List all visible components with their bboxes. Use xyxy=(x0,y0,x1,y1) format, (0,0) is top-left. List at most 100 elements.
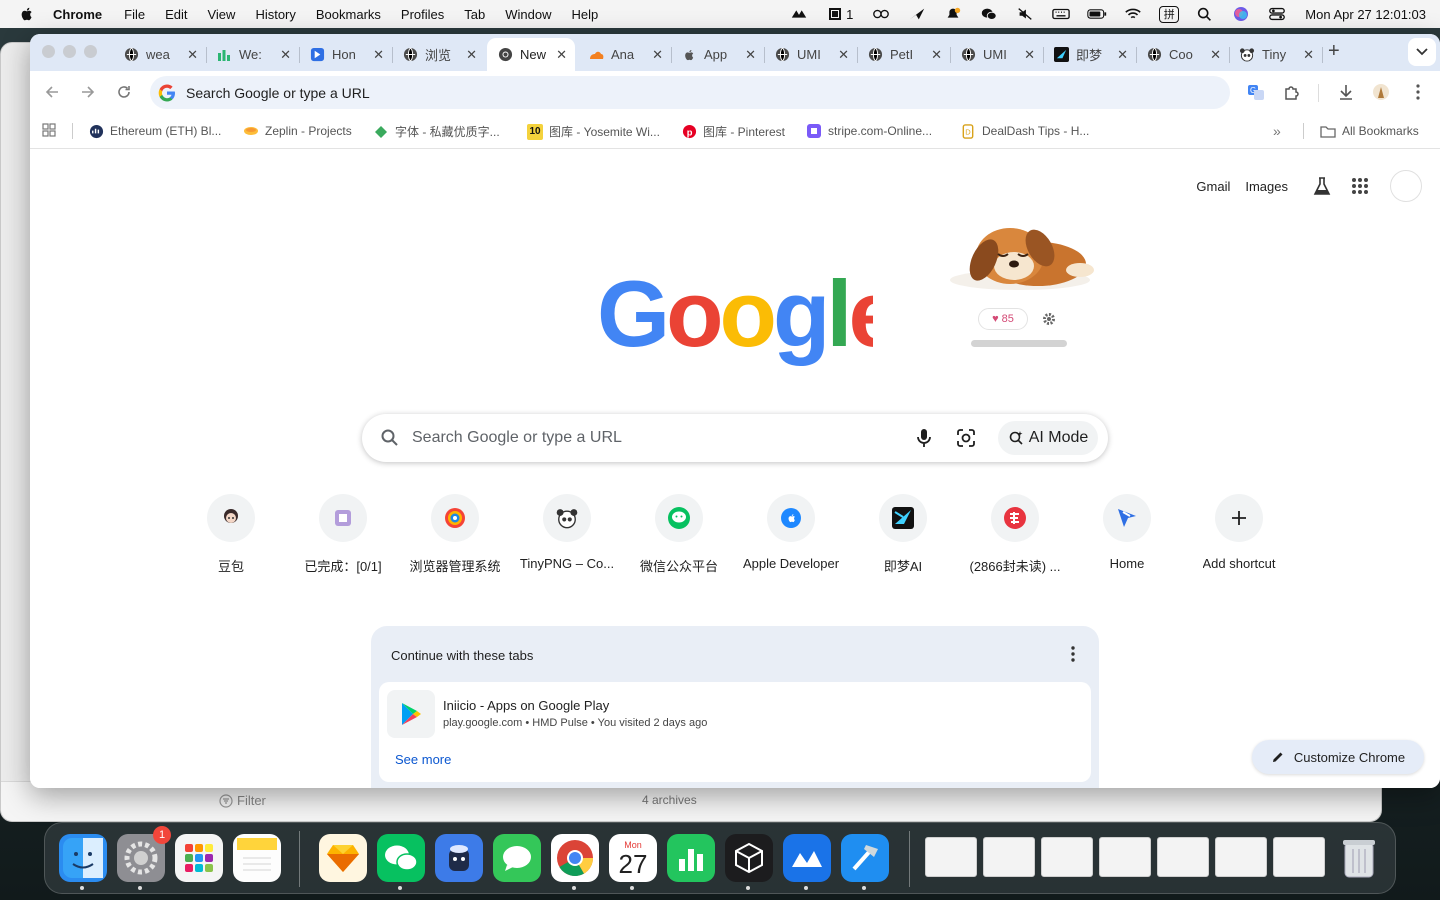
minimized-window-thumbnail[interactable] xyxy=(925,837,977,877)
shortcut-tile[interactable]: 即梦AI xyxy=(847,494,959,575)
tab[interactable]: Hon ✕ xyxy=(299,38,393,71)
wechat-icon[interactable] xyxy=(979,6,999,22)
tab[interactable]: Tiny ✕ xyxy=(1229,38,1323,71)
profile-avatar-icon[interactable] xyxy=(1371,82,1391,102)
shortcut-tile[interactable]: TinyPNG – Co... xyxy=(511,494,623,571)
bookmark-item[interactable]: stripe.com-Online... xyxy=(806,123,932,139)
shortcut-tile[interactable]: Apple Developer xyxy=(735,494,847,571)
account-avatar[interactable] xyxy=(1390,170,1422,202)
menu-window[interactable]: Window xyxy=(495,7,561,22)
ai-mode-button[interactable]: AI Mode xyxy=(998,421,1098,455)
launchpad-icon[interactable] xyxy=(175,834,223,882)
spotlight-icon[interactable] xyxy=(1195,6,1215,22)
wifi-icon[interactable] xyxy=(1123,6,1143,22)
close-tab-icon[interactable]: ✕ xyxy=(466,47,477,63)
menu-bar-clock[interactable]: Mon Apr 27 12:01:03 xyxy=(1305,7,1426,22)
wechat-icon[interactable] xyxy=(377,834,425,890)
close-window-button[interactable] xyxy=(42,45,55,58)
shortcut-tile[interactable]: (2866封未读) ... xyxy=(959,494,1071,575)
numbers-icon[interactable] xyxy=(667,834,715,882)
add-shortcut-button[interactable]: Add shortcut xyxy=(1183,494,1295,571)
close-tab-icon[interactable]: ✕ xyxy=(838,47,849,63)
forward-arrow-icon[interactable] xyxy=(78,82,98,102)
minimize-window-button[interactable] xyxy=(63,45,76,58)
keyboard-icon[interactable] xyxy=(1051,6,1071,22)
finder-icon[interactable] xyxy=(59,834,107,890)
menu-bookmarks[interactable]: Bookmarks xyxy=(306,7,391,22)
glasses-icon[interactable] xyxy=(871,6,891,22)
app-menu-chrome[interactable]: Chrome xyxy=(53,7,112,22)
tab[interactable]: UMI ✕ xyxy=(950,38,1044,71)
messages-icon[interactable] xyxy=(493,834,541,882)
doodle-settings-gear-icon[interactable] xyxy=(1042,312,1056,331)
cleaner-icon[interactable] xyxy=(435,834,483,882)
bookmark-item[interactable]: 10 图库 - Yosemite Wi... xyxy=(527,123,660,140)
bookmark-item[interactable]: D DealDash Tips - H... xyxy=(960,123,1089,139)
close-tab-icon[interactable]: ✕ xyxy=(1303,47,1314,63)
address-bar[interactable]: Search Google or type a URL xyxy=(150,76,1230,109)
labs-flask-icon[interactable] xyxy=(1310,174,1334,198)
google-apps-grid-icon[interactable] xyxy=(1348,174,1372,198)
minimized-window-thumbnail[interactable] xyxy=(1041,837,1093,877)
tab[interactable]: 浏览 ✕ xyxy=(392,38,485,71)
more-options-icon[interactable] xyxy=(1071,646,1075,667)
bookmark-item[interactable]: 字体 - 私藏优质字... xyxy=(373,123,500,140)
menu-view[interactable]: View xyxy=(197,7,245,22)
new-tab-plus-icon[interactable]: + xyxy=(1328,40,1340,63)
tab[interactable]: App ✕ xyxy=(671,38,765,71)
shortcut-tile[interactable]: Home xyxy=(1071,494,1183,571)
trash-icon[interactable] xyxy=(1335,834,1383,882)
chrome-icon[interactable] xyxy=(551,834,599,890)
xcode-icon[interactable] xyxy=(841,834,889,890)
google-lens-camera-icon[interactable] xyxy=(956,428,976,453)
tab-active-new-tab[interactable]: New ✕ xyxy=(487,38,575,71)
cube-icon[interactable] xyxy=(725,834,773,890)
close-tab-icon[interactable]: ✕ xyxy=(745,47,756,63)
close-tab-icon[interactable]: ✕ xyxy=(373,47,384,63)
continue-tab-item[interactable]: Iniicio - Apps on Google Play play.googl… xyxy=(379,682,1091,782)
menu-edit[interactable]: Edit xyxy=(155,7,197,22)
tab[interactable]: PetI ✕ xyxy=(857,38,951,71)
bookmark-item[interactable]: p 图库 - Pinterest xyxy=(681,123,785,140)
download-icon[interactable] xyxy=(1336,82,1356,102)
minimized-window-thumbnail[interactable] xyxy=(983,837,1035,877)
close-tab-icon[interactable]: ✕ xyxy=(1117,47,1128,63)
tab-search-chevron-icon[interactable] xyxy=(1408,38,1436,66)
minimized-window-thumbnail[interactable] xyxy=(1215,837,1267,877)
tab[interactable]: 即梦 ✕ xyxy=(1043,38,1137,71)
send-icon[interactable] xyxy=(907,6,927,22)
battery-icon[interactable] xyxy=(1087,6,1107,22)
translate-icon[interactable]: G xyxy=(1246,82,1266,102)
shortcut-tile[interactable]: 微信公众平台 xyxy=(623,494,735,575)
more-bookmarks-chevron-icon[interactable]: » xyxy=(1273,123,1281,139)
reload-icon[interactable] xyxy=(114,82,134,102)
extensions-puzzle-icon[interactable] xyxy=(1282,82,1302,102)
shortcut-tile[interactable]: 浏览器管理系统 xyxy=(399,494,511,575)
doodle-widget[interactable]: ♥ 85 xyxy=(940,218,1100,378)
lanhu-icon[interactable] xyxy=(783,834,831,890)
sketch-icon[interactable] xyxy=(319,834,367,882)
minimized-window-thumbnail[interactable] xyxy=(1099,837,1151,877)
menu-history[interactable]: History xyxy=(245,7,305,22)
siri-icon[interactable] xyxy=(1231,6,1251,22)
images-link[interactable]: Images xyxy=(1245,179,1288,194)
close-tab-icon[interactable]: ✕ xyxy=(1210,47,1221,63)
zoom-window-button[interactable] xyxy=(84,45,97,58)
close-tab-icon[interactable]: ✕ xyxy=(931,47,942,63)
input-method-icon[interactable]: 拼 xyxy=(1159,5,1180,23)
tab[interactable]: Ana ✕ xyxy=(578,38,672,71)
minimized-window-thumbnail[interactable] xyxy=(1157,837,1209,877)
minimized-window-thumbnail[interactable] xyxy=(1273,837,1325,877)
menu-file[interactable]: File xyxy=(114,7,155,22)
mute-icon[interactable] xyxy=(1015,6,1035,22)
bookmark-item[interactable]: Zeplin - Projects xyxy=(243,123,352,139)
bell-icon[interactable] xyxy=(943,6,963,22)
tab[interactable]: We: ✕ xyxy=(206,38,300,71)
ntp-search-box[interactable]: Search Google or type a URL AI Mode xyxy=(362,414,1108,462)
back-arrow-icon[interactable] xyxy=(42,82,62,102)
notes-icon[interactable] xyxy=(233,834,281,882)
filter-field[interactable]: Filter xyxy=(219,793,266,808)
tab[interactable]: UMI ✕ xyxy=(764,38,858,71)
menu-help[interactable]: Help xyxy=(562,7,609,22)
system-settings-icon[interactable]: 1 xyxy=(117,826,171,890)
